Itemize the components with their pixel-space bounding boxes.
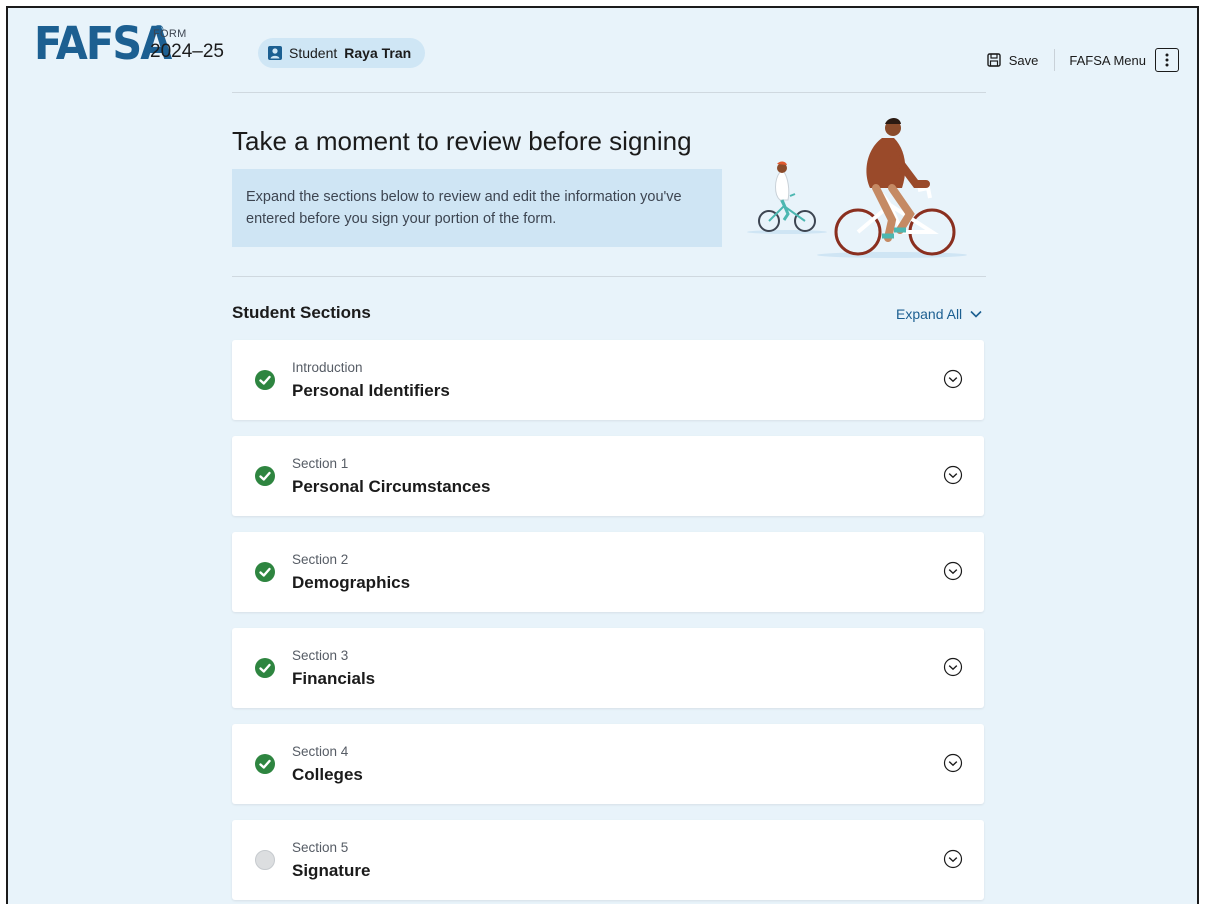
complete-check-icon [255,754,275,774]
student-badge: Student Raya Tran [258,38,426,68]
save-icon [987,53,1001,67]
section-card-signature[interactable]: Section 5 Signature [232,820,984,900]
complete-check-icon [255,466,275,486]
save-button[interactable]: Save [987,52,1039,68]
header-divider [1054,49,1056,71]
form-year: 2024–25 [150,41,224,62]
page-title: Take a moment to review before signing [232,126,692,156]
section-kicker: Section 4 [292,744,349,759]
expand-all-label: Expand All [896,306,963,322]
section-name: Personal Circumstances [292,477,491,496]
chevron-down-icon [970,310,982,318]
form-label: FORM [153,28,187,40]
chevron-down-circle-icon[interactable] [943,465,963,485]
section-kicker: Section 2 [292,552,349,567]
student-name: Raya Tran [344,45,412,61]
complete-check-icon [255,562,275,582]
section-name: Colleges [292,765,363,784]
chevron-down-circle-icon[interactable] [943,657,963,677]
app-window: FAFSA ® FORM 2024–25 Student Raya Tran S… [6,6,1199,904]
chevron-down-circle-icon[interactable] [943,753,963,773]
fafsa-menu-button[interactable]: FAFSA Menu [1069,48,1179,72]
expand-all-button[interactable]: Expand All [896,306,982,322]
incomplete-status-icon [255,850,275,870]
fafsa-menu-label: FAFSA Menu [1069,52,1146,68]
save-label: Save [1008,52,1039,68]
section-kicker: Introduction [292,360,363,375]
section-card-demographics[interactable]: Section 2 Demographics [232,532,984,612]
cyclists-illustration [747,118,967,258]
hero-rule [232,276,986,277]
chevron-down-circle-icon[interactable] [943,369,963,389]
section-kicker: Section 5 [292,840,349,855]
student-icon [268,46,282,60]
section-card-colleges[interactable]: Section 4 Colleges [232,724,984,804]
chevron-down-circle-icon[interactable] [943,849,963,869]
review-callout: Expand the sections below to review and … [232,169,722,247]
section-kicker: Section 1 [292,456,349,471]
section-name: Signature [292,861,371,880]
student-prefix: Student [289,45,338,61]
section-card-personal-identifiers[interactable]: Introduction Personal Identifiers [232,340,984,420]
complete-check-icon [255,658,275,678]
header-rule [232,92,986,93]
chevron-down-circle-icon[interactable] [943,561,963,581]
kebab-menu-icon [1155,48,1179,72]
section-name: Personal Identifiers [292,381,450,400]
section-kicker: Section 3 [292,648,349,663]
section-name: Financials [292,669,376,688]
student-sections-heading: Student Sections [232,303,371,322]
section-name: Demographics [292,573,411,592]
header-actions: Save FAFSA Menu [987,48,1179,72]
complete-check-icon [255,370,275,390]
section-card-personal-circumstances[interactable]: Section 1 Personal Circumstances [232,436,984,516]
section-card-financials[interactable]: Section 3 Financials [232,628,984,708]
